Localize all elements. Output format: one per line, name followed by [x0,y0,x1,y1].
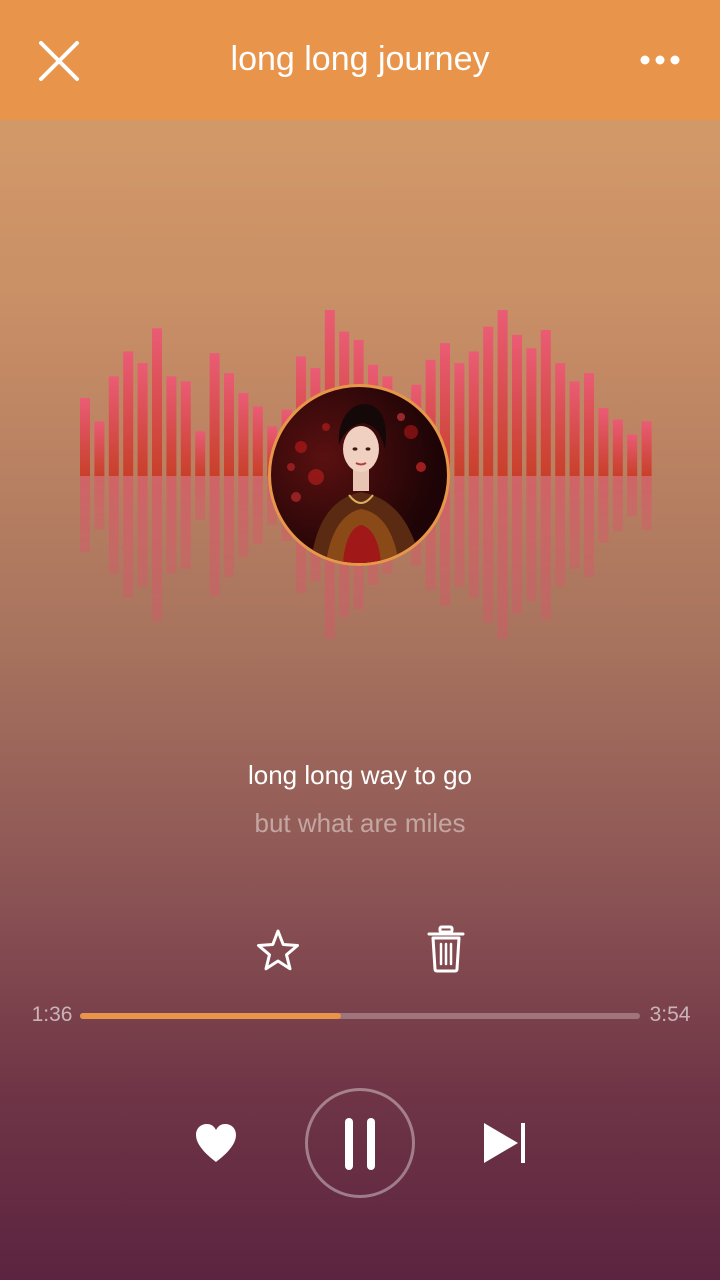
next-track-button[interactable] [478,1116,532,1170]
lyric-next-line: but what are miles [254,808,466,838]
visualizer-bar [612,419,623,476]
visualizer-bar [555,363,566,476]
visualizer-bar [627,434,638,476]
visualizer-bar [540,329,551,476]
visualizer-bar-reflection [627,476,638,517]
visualizer-bar-reflection [195,476,206,520]
visualizer-bar-reflection [137,476,148,587]
visualizer-bar [166,376,177,476]
top-bar: long long journey [0,0,720,120]
progress-fill [80,1013,341,1019]
pause-button[interactable] [305,1088,415,1198]
progress-bar[interactable] [80,1013,640,1019]
visualizer-bar-reflection [152,476,162,621]
visualizer-bar-reflection [468,476,479,599]
more-button[interactable] [636,42,686,78]
visualizer-bar-reflection [612,476,623,532]
visualizer-bar-reflection [454,476,465,587]
visualizer-bar [108,376,119,476]
skip-next-icon [484,1123,525,1163]
visualizer-bar [569,381,580,476]
visualizer-bar-reflection [108,476,119,574]
visualizer-bar-reflection [512,476,522,615]
trash-icon [427,925,465,973]
visualizer-bar-reflection [483,476,494,623]
visualizer-bar-reflection [238,476,249,558]
visualizer-bar-reflection [209,476,220,597]
heart-icon [196,1124,236,1162]
visualizer-bar [80,397,90,476]
visualizer-bar-reflection [598,476,609,543]
visualizer-bar [224,373,234,476]
visualizer-bar [238,393,249,476]
total-time: 3:54 [649,1003,691,1026]
visualizer-bar [209,353,220,476]
visualizer-bar-reflection [569,476,580,569]
visualizer-bar-reflection [641,476,652,530]
visualizer-bar [512,334,522,476]
visualizer-bar-reflection [224,476,234,577]
visualizer-bar [598,407,609,476]
visualizer-bar [497,310,508,476]
visualizer-bar [137,363,148,476]
visualizer-bar [195,431,206,476]
visualizer-bar-reflection [540,476,551,620]
more-icon [640,55,680,65]
song-title: long long journey [230,40,490,78]
lyric-current-line: long long way to go [247,760,473,790]
visualizer-bar-reflection [526,476,537,602]
visualizer-bar-reflection [497,476,508,639]
visualizer-bar [526,348,537,476]
delete-button[interactable] [422,924,470,974]
favorite-button[interactable] [254,926,302,974]
visualizer-bar [468,351,479,476]
visualizer-bar [252,406,263,476]
visualizer-bar [584,373,594,476]
visualizer-bar-reflection [80,476,90,553]
visualizer-bar-reflection [555,476,566,587]
visualizer-bar-reflection [180,476,191,569]
visualizer-bar [94,421,105,476]
visualizer-bar [641,421,652,476]
star-icon [257,929,299,971]
visualizer-bar-reflection [252,476,263,545]
visualizer-bar [180,381,191,476]
album-artwork [287,403,426,563]
visualizer-bar-reflection [166,476,177,574]
elapsed-time: 1:36 [31,1003,73,1026]
visualizer-bar-reflection [123,476,134,599]
visualizer-bar [123,351,134,476]
close-button[interactable] [34,36,84,86]
close-icon [39,41,79,81]
visualizer-bar [454,363,465,476]
album-cover [268,384,450,566]
visualizer-bar-reflection [584,476,594,577]
like-button[interactable] [190,1118,242,1168]
visualizer-bar-reflection [94,476,105,530]
visualizer-bar [483,326,494,476]
visualizer-bar [152,328,162,476]
